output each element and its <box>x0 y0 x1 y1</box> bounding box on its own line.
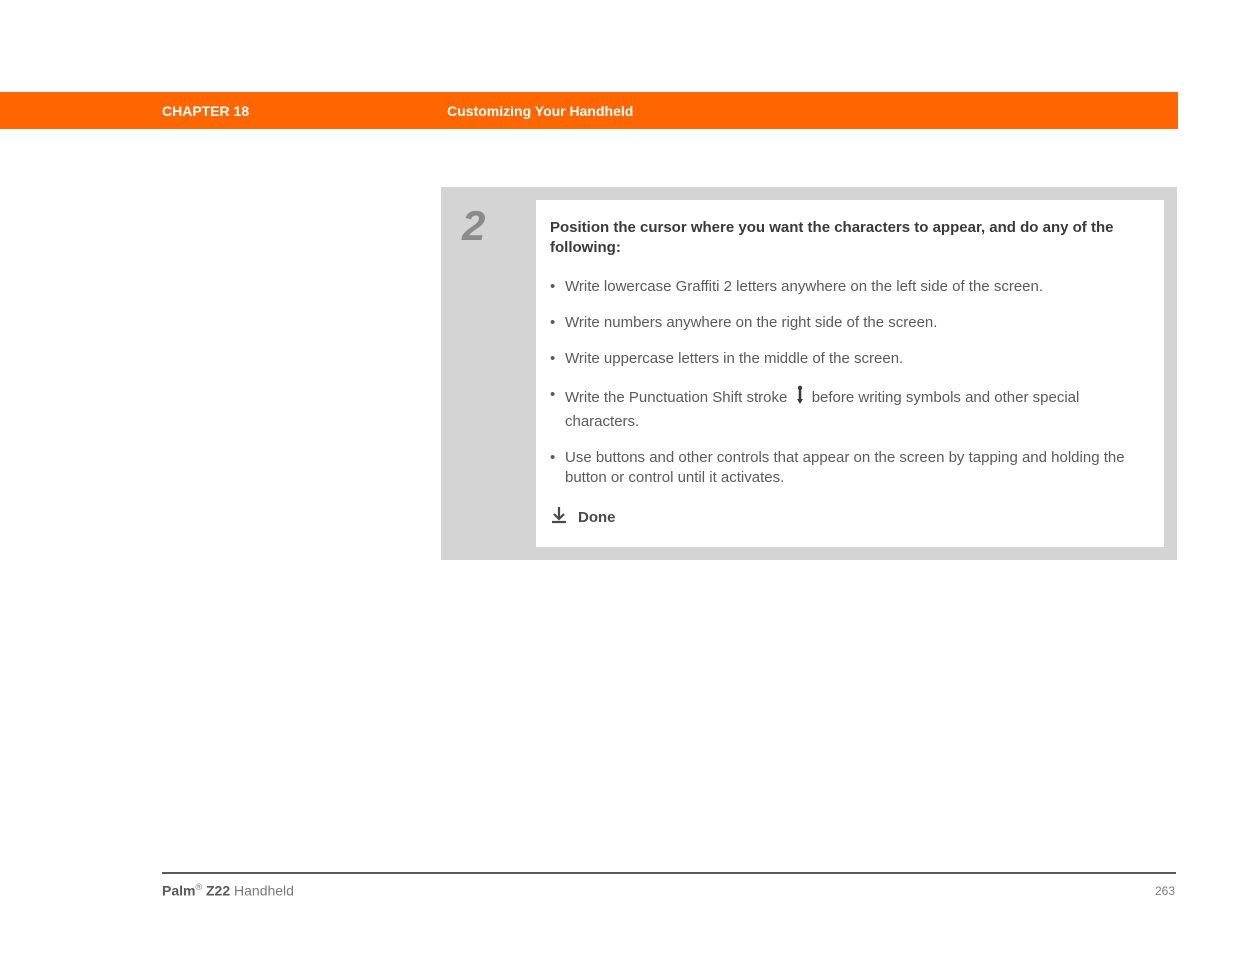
footer-model: Z22 <box>202 883 230 899</box>
punctuation-shift-stroke-icon <box>795 385 805 411</box>
footer-brand: Palm <box>162 883 195 899</box>
bullet-list: Write lowercase Graffiti 2 letters anywh… <box>550 277 1152 489</box>
list-item: Write numbers anywhere on the right side… <box>550 313 1152 333</box>
list-item: Write uppercase letters in the middle of… <box>550 349 1152 369</box>
chapter-header: CHAPTER 18 Customizing Your Handheld <box>0 92 1178 129</box>
step-number: 2 <box>454 200 536 547</box>
footer-product: Palm® Z22 Handheld <box>162 882 294 899</box>
step-panel: 2 Position the cursor where you want the… <box>441 187 1177 560</box>
done-arrow-icon <box>550 506 568 529</box>
step-content: Position the cursor where you want the c… <box>536 200 1164 547</box>
list-item: Write the Punctuation Shift stroke befor… <box>550 385 1152 432</box>
footer-suffix: Handheld <box>230 883 294 899</box>
page-number: 263 <box>1155 884 1175 898</box>
bullet-text-before: Write the Punctuation Shift stroke <box>565 389 792 406</box>
step-intro: Position the cursor where you want the c… <box>550 218 1152 259</box>
done-row: Done <box>550 506 1152 529</box>
done-label: Done <box>578 509 616 526</box>
step-row: 2 Position the cursor where you want the… <box>454 200 1164 547</box>
footer-divider <box>162 872 1176 874</box>
list-item: Use buttons and other controls that appe… <box>550 448 1152 489</box>
chapter-number: CHAPTER 18 <box>162 103 249 119</box>
chapter-title: Customizing Your Handheld <box>447 103 633 119</box>
list-item: Write lowercase Graffiti 2 letters anywh… <box>550 277 1152 297</box>
